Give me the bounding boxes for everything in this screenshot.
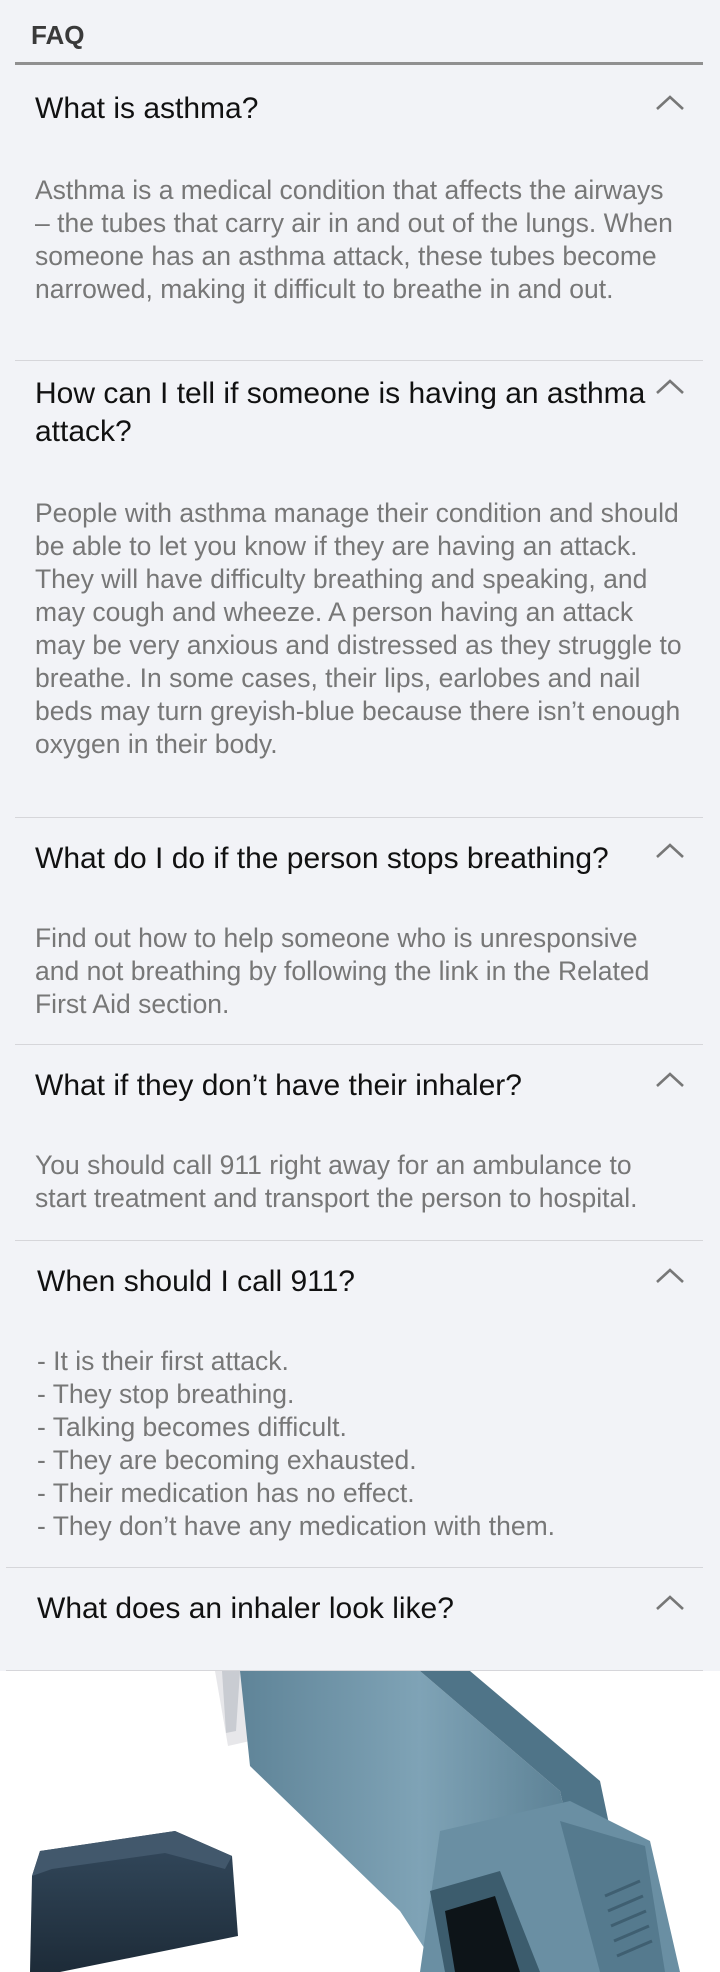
answer-list-item: - They don’t have any medication with th… (37, 1511, 556, 1541)
answer-list-item: - It is their first attack. (37, 1346, 289, 1376)
answer-list-item: - Talking becomes difficult. (37, 1412, 347, 1442)
faq-question[interactable]: What if they don’t have their inhaler? (35, 1067, 659, 1105)
faq-item-when-call-911: When should I call 911? - It is their fi… (6, 1241, 703, 1568)
chevron-up-icon[interactable] (655, 1594, 685, 1614)
faq-answer: Asthma is a medical condition that affec… (35, 175, 673, 304)
faq-item-no-inhaler: What if they don’t have their inhaler? Y… (15, 1045, 703, 1241)
faq-answer: People with asthma manage their conditio… (35, 498, 682, 759)
faq-header: FAQ (15, 0, 703, 65)
faq-question[interactable]: How can I tell if someone is having an a… (35, 375, 659, 451)
faq-question[interactable]: What is asthma? (35, 90, 659, 128)
chevron-up-icon[interactable] (655, 1267, 685, 1287)
chevron-up-icon[interactable] (655, 378, 685, 398)
inhaler-image (0, 1671, 720, 1972)
faq-answer: Find out how to help someone who is unre… (35, 923, 650, 1019)
page-title: FAQ (31, 20, 85, 50)
faq-answer: You should call 911 right away for an am… (35, 1150, 638, 1213)
faq-item-asthma-attack-signs: How can I tell if someone is having an a… (15, 361, 703, 818)
faq-item-stops-breathing: What do I do if the person stops breathi… (15, 818, 703, 1045)
faq-question[interactable]: What do I do if the person stops breathi… (35, 840, 673, 878)
faq-item-what-is-asthma: What is asthma? Asthma is a medical cond… (15, 64, 703, 361)
chevron-up-icon[interactable] (655, 842, 685, 862)
answer-list-item: - Their medication has no effect. (37, 1478, 415, 1508)
faq-question[interactable]: When should I call 911? (37, 1263, 659, 1301)
answer-list-item: - They stop breathing. (37, 1379, 295, 1409)
chevron-up-icon[interactable] (655, 1071, 685, 1091)
faq-item-inhaler-look: What does an inhaler look like? (6, 1568, 703, 1671)
answer-list-item: - They are becoming exhausted. (37, 1445, 417, 1475)
faq-question[interactable]: What does an inhaler look like? (37, 1590, 659, 1628)
faq-answer-list: - It is their first attack. - They stop … (37, 1345, 685, 1543)
chevron-up-icon[interactable] (655, 94, 685, 114)
